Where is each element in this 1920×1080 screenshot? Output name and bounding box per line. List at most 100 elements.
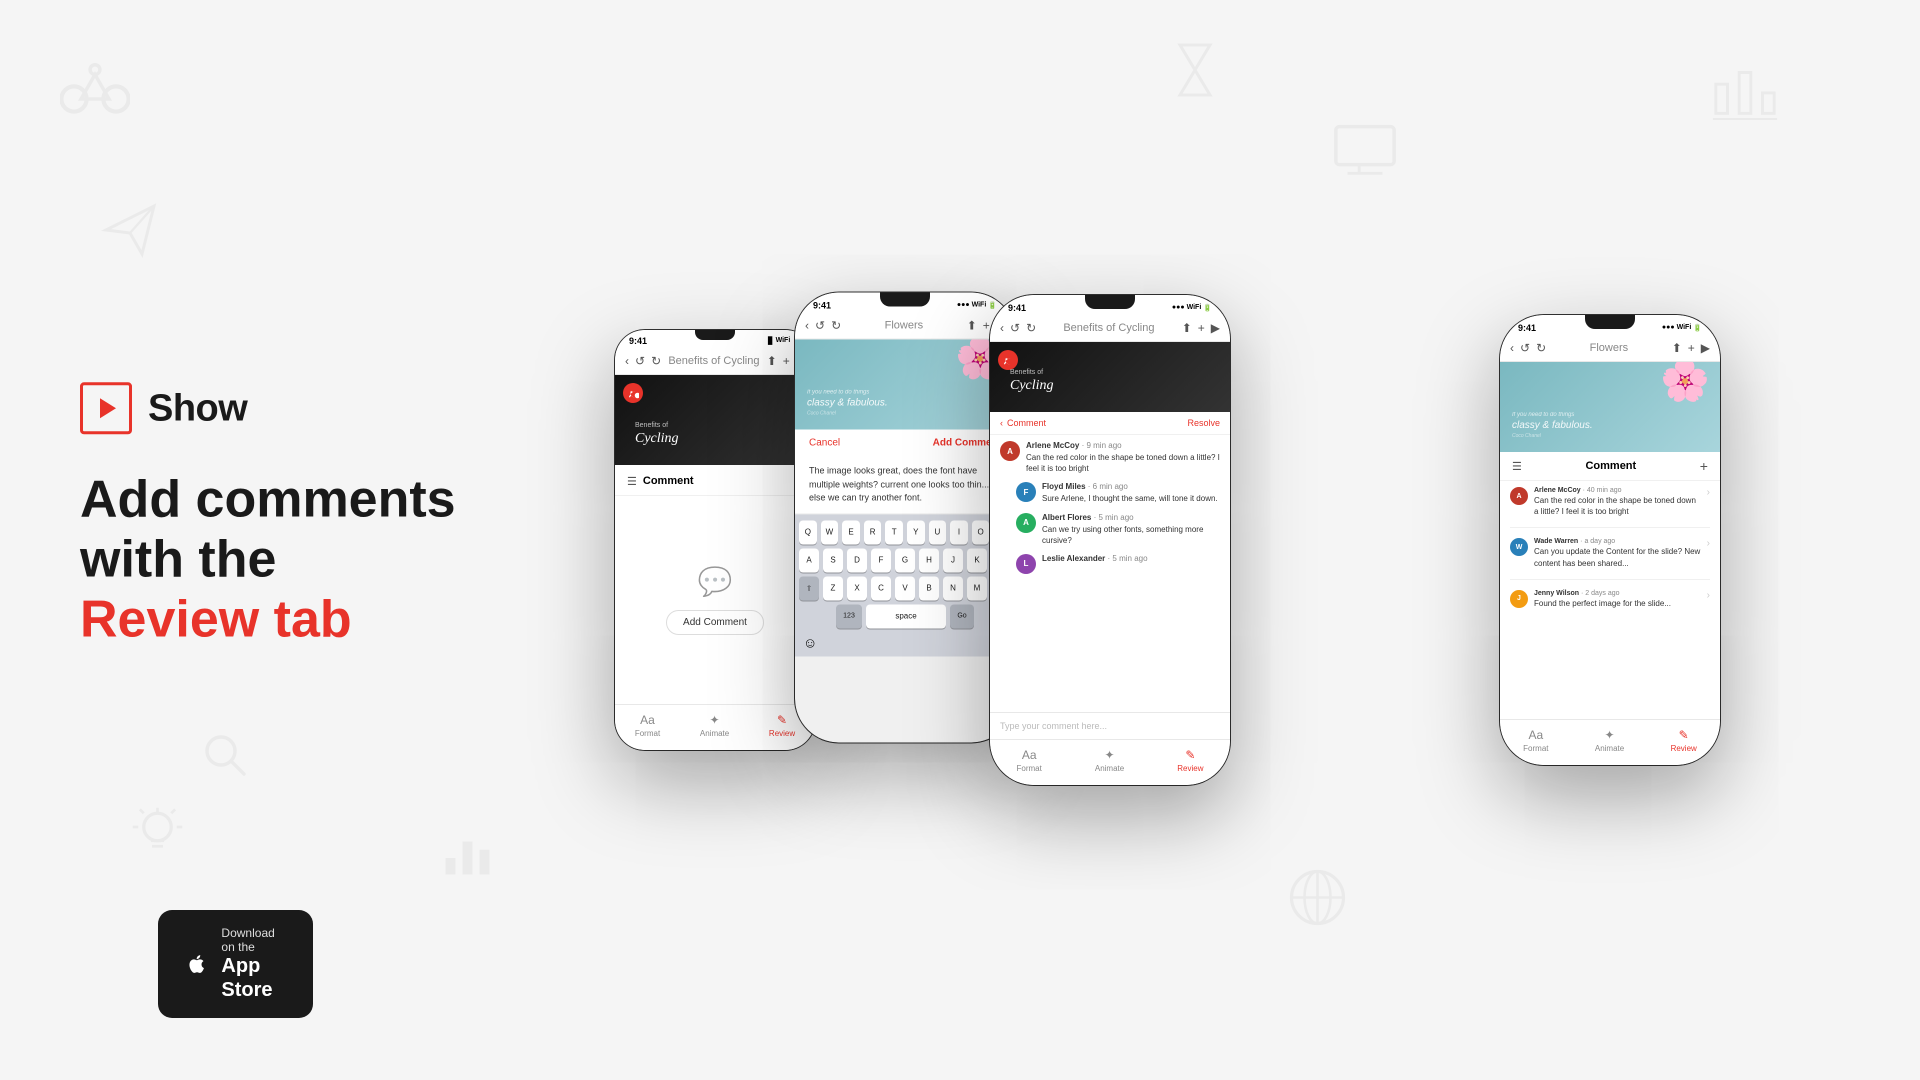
key-123[interactable]: 123 bbox=[836, 604, 862, 628]
left-content: Show Add comments with the Review tab bbox=[80, 382, 510, 697]
phone4-tab-bar: AaFormat ✦Animate ✎Review bbox=[1500, 719, 1720, 765]
phone-2: 9:41 ●●●WiFi🔋 ‹↺↻ Flowers ⬆+▶ 🌸 If you n… bbox=[795, 293, 1015, 743]
phone1-tab-animate[interactable]: ✦Animate bbox=[700, 713, 729, 738]
phone3-reply-1: F Floyd Miles · 6 min ago Sure Arlene, I… bbox=[1016, 482, 1220, 504]
brand-logo: Show bbox=[80, 382, 510, 434]
phone3-tab-animate[interactable]: ✦Animate bbox=[1095, 748, 1124, 773]
flower-emoji-4: 🌸 bbox=[1660, 362, 1710, 404]
key-i[interactable]: I bbox=[950, 520, 968, 544]
phone2-keyboard: Q W E R T Y U I O P A S D F G H bbox=[795, 514, 1015, 656]
key-t[interactable]: T bbox=[885, 520, 903, 544]
panel-arrow-2[interactable]: › bbox=[1707, 538, 1710, 549]
panel-comment-1: A Arlene McCoy · 40 min ago Can the red … bbox=[1510, 487, 1710, 517]
phone1-tab-review[interactable]: ✎Review bbox=[769, 713, 795, 738]
key-a[interactable]: A bbox=[799, 548, 819, 572]
app-store-text: Download on the App Store bbox=[221, 926, 285, 1002]
play-icon bbox=[92, 394, 120, 422]
phone1-doc-title: Benefits of Cycling bbox=[661, 355, 767, 367]
phone1-comments: ☰ Comment + 💬 Add Comment bbox=[615, 465, 815, 704]
phone3-time: 9:41 bbox=[1008, 303, 1026, 313]
key-f[interactable]: F bbox=[871, 548, 891, 572]
phone4-slide-text: If you need to do things classy & fabulo… bbox=[1512, 411, 1593, 440]
phone3-reply-2: A Albert Flores · 5 min ago Can we try u… bbox=[1016, 513, 1220, 546]
key-n[interactable]: N bbox=[943, 576, 963, 600]
key-x[interactable]: X bbox=[847, 576, 867, 600]
comment-text-1: Can the red color in the shape be toned … bbox=[1026, 452, 1220, 474]
phone-3: 9:41 ●●●WiFi🔋 ‹↺↻ Benefits of Cycling ⬆+… bbox=[990, 295, 1230, 785]
emoji-key[interactable]: ☺ bbox=[803, 634, 817, 650]
key-e[interactable]: E bbox=[842, 520, 860, 544]
panel-arrow-1[interactable]: › bbox=[1707, 487, 1710, 498]
phone3-slide: Benefits of Cycling bbox=[990, 342, 1230, 412]
headline-accent: Review tab bbox=[80, 590, 352, 648]
phone4-tab-format[interactable]: AaFormat bbox=[1523, 728, 1548, 753]
key-g[interactable]: G bbox=[895, 548, 915, 572]
phone1-tab-format[interactable]: AaFormat bbox=[635, 713, 660, 738]
phone1-add-comment-btn[interactable]: Add Comment bbox=[666, 610, 764, 635]
key-d[interactable]: D bbox=[847, 548, 867, 572]
key-m[interactable]: M bbox=[967, 576, 987, 600]
app-store-sub: Download on the bbox=[221, 926, 285, 954]
headline-text: Add comments with the bbox=[80, 470, 456, 588]
phone2-action-bar: Cancel Add Comment bbox=[795, 430, 1015, 457]
avatar-arlene-1: A bbox=[1000, 441, 1020, 461]
phone4-add-btn[interactable]: + bbox=[1700, 458, 1708, 474]
phone1-slide: Benefits of Cycling bbox=[615, 375, 815, 465]
phone3-comment-back[interactable]: Comment bbox=[1007, 418, 1046, 428]
phone4-toolbar: ‹↺↻ Flowers ⬆+▶ bbox=[1500, 335, 1720, 362]
phone4-time: 9:41 bbox=[1518, 323, 1536, 333]
avatar-leslie: L bbox=[1016, 554, 1036, 574]
phone3-toolbar: ‹↺↻ Benefits of Cycling ⬆+▶ bbox=[990, 315, 1230, 342]
phone1-toolbar: ‹↺↻ Benefits of Cycling ⬆+▶ bbox=[615, 348, 815, 375]
phone2-comment-input[interactable]: The image looks great, does the font hav… bbox=[795, 457, 1015, 515]
key-q[interactable]: Q bbox=[799, 520, 817, 544]
key-r[interactable]: R bbox=[864, 520, 882, 544]
key-space[interactable]: space bbox=[866, 604, 946, 628]
divider-2 bbox=[1510, 579, 1710, 580]
phone4-panel-comments: A Arlene McCoy · 40 min ago Can the red … bbox=[1500, 481, 1720, 719]
panel-avatar-1: A bbox=[1510, 487, 1528, 505]
phone2-slide: 🌸 If you need to do things classy & fabu… bbox=[795, 340, 1015, 430]
key-v[interactable]: V bbox=[895, 576, 915, 600]
key-c[interactable]: C bbox=[871, 576, 891, 600]
phone3-tab-review[interactable]: ✎Review bbox=[1177, 748, 1203, 773]
phone3-type-input[interactable]: Type your comment here... bbox=[990, 712, 1230, 739]
panel-avatar-3: J bbox=[1510, 590, 1528, 608]
key-o[interactable]: O bbox=[972, 520, 990, 544]
key-k[interactable]: K bbox=[967, 548, 987, 572]
phone3-resolve[interactable]: Resolve bbox=[1187, 418, 1220, 428]
key-s[interactable]: S bbox=[823, 548, 843, 572]
brand-name: Show bbox=[148, 387, 247, 430]
phone3-comment-1: A Arlene McCoy · 9 min ago Can the red c… bbox=[1000, 441, 1220, 474]
phone4-doc-title: Flowers bbox=[1546, 342, 1672, 354]
key-u[interactable]: U bbox=[929, 520, 947, 544]
app-store-button[interactable]: Download on the App Store bbox=[158, 910, 313, 1018]
phone3-thread-back: ‹ Comment Resolve bbox=[990, 412, 1230, 435]
key-h[interactable]: H bbox=[919, 548, 939, 572]
panel-arrow-3[interactable]: › bbox=[1707, 590, 1710, 601]
phone-4: 9:41 ●●●WiFi🔋 ‹↺↻ Flowers ⬆+▶ 🌸 If you n… bbox=[1500, 315, 1720, 765]
phone2-toolbar: ‹↺↻ Flowers ⬆+▶ bbox=[795, 313, 1015, 340]
phone4-tab-animate[interactable]: ✦Animate bbox=[1595, 728, 1624, 753]
key-z[interactable]: Z bbox=[823, 576, 843, 600]
phone4-panel-title: Comment bbox=[1585, 460, 1636, 472]
key-j[interactable]: J bbox=[943, 548, 963, 572]
phone4-panel-header: ☰ Comment + bbox=[1500, 452, 1720, 481]
key-shift[interactable]: ⇧ bbox=[799, 576, 819, 600]
key-y[interactable]: Y bbox=[907, 520, 925, 544]
phone2-slide-text: If you need to do things classy & fabulo… bbox=[807, 388, 888, 417]
key-b[interactable]: B bbox=[919, 576, 939, 600]
phone2-doc-title: Flowers bbox=[841, 320, 967, 332]
key-w[interactable]: W bbox=[821, 520, 839, 544]
cycling-name-1: Cycling bbox=[635, 431, 679, 447]
cycling-title-1: Benefits of bbox=[635, 422, 679, 429]
phone3-tab-format[interactable]: AaFormat bbox=[1017, 748, 1042, 773]
key-go[interactable]: Go bbox=[950, 604, 974, 628]
phone4-tab-review[interactable]: ✎Review bbox=[1671, 728, 1697, 753]
app-store-main: App Store bbox=[221, 954, 285, 1002]
empty-comment-icon: 💬 bbox=[698, 565, 733, 598]
avatar-albert: A bbox=[1016, 513, 1036, 533]
phone2-cancel[interactable]: Cancel bbox=[809, 438, 840, 449]
phone4-slide: 🌸 If you need to do things classy & fabu… bbox=[1500, 362, 1720, 452]
phone3-reply-3: L Leslie Alexander · 5 min ago bbox=[1016, 554, 1220, 574]
